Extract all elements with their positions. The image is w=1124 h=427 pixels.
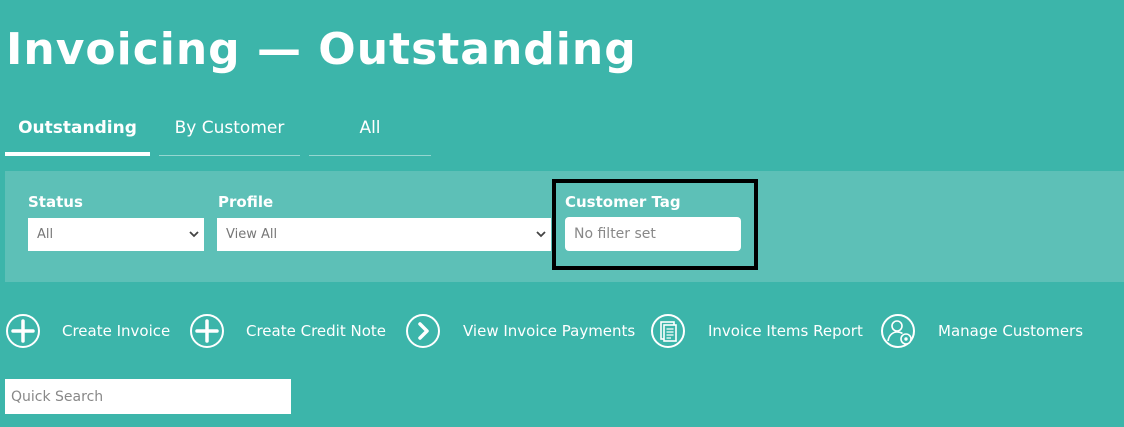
create-credit-note-button[interactable]: Create Credit Note [189,312,386,350]
create-credit-note-label: Create Credit Note [246,322,386,340]
document-circle-icon [651,314,685,348]
status-select[interactable]: All [28,218,204,251]
create-invoice-label: Create Invoice [62,322,171,340]
status-label: Status [28,193,83,211]
status-select-value: All [37,227,54,242]
highlight-box [552,179,758,270]
tab-outstanding[interactable]: Outstanding [5,104,150,156]
profile-select-value: View All [226,227,278,242]
tab-by-customer[interactable]: By Customer [159,104,300,156]
profile-label: Profile [218,193,274,211]
invoice-items-report-label: Invoice Items Report [708,322,863,340]
page-title: Invoicing — Outstanding [6,24,637,75]
view-invoice-payments-button[interactable]: View Invoice Payments [405,312,635,350]
tab-all[interactable]: All [309,104,431,156]
profile-select[interactable]: View All [217,218,551,251]
view-invoice-payments-label: View Invoice Payments [463,322,636,340]
create-invoice-button[interactable]: Create Invoice [5,312,170,350]
plus-circle-icon [6,314,40,348]
quick-search-input[interactable] [5,379,291,414]
manage-customers-label: Manage Customers [938,322,1084,340]
invoice-items-report-button[interactable]: Invoice Items Report [650,312,863,350]
chevron-right-circle-icon [406,314,440,348]
chevron-down-icon [189,231,199,238]
manage-customers-button[interactable]: Manage Customers [880,312,1083,350]
user-settings-circle-icon [881,314,915,348]
chevron-down-icon [536,231,546,238]
plus-circle-icon [190,314,224,348]
